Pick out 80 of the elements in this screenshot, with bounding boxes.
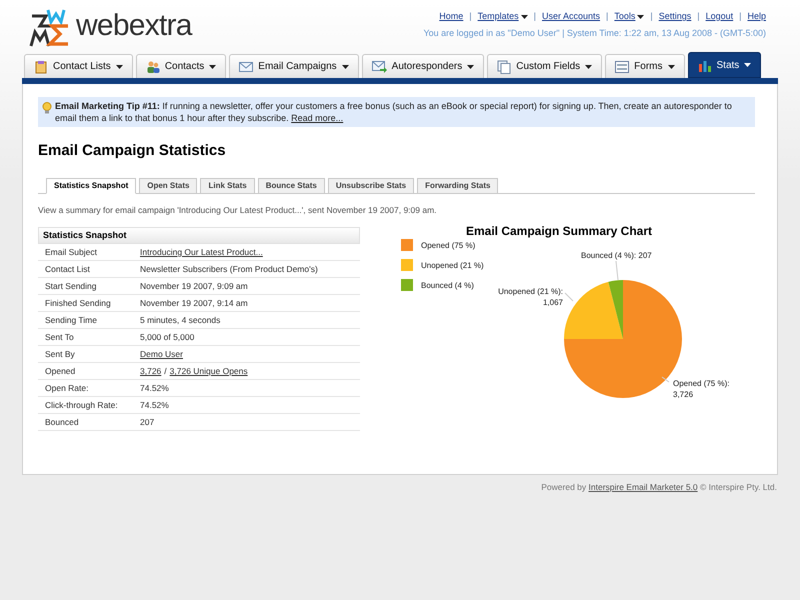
- value-link[interactable]: 3,726 Unique Opens: [170, 364, 248, 378]
- caret-icon: [116, 64, 123, 68]
- report-tab[interactable]: Unsubscribe Stats: [328, 178, 414, 192]
- envelope-icon: [239, 60, 254, 72]
- table-header: Statistics Snapshot: [38, 227, 360, 244]
- caret-icon: [668, 64, 675, 68]
- link-separator: |: [534, 10, 536, 23]
- value-link[interactable]: 3,726: [140, 364, 162, 378]
- slice-label: Opened (75 %): 3,726: [673, 379, 730, 400]
- report-tab[interactable]: Forwarding Stats: [417, 178, 498, 192]
- row-label: Click-through Rate:: [44, 398, 119, 412]
- row-value: 5 minutes, 4 seconds: [140, 314, 220, 327]
- caret-icon: [585, 64, 592, 68]
- bar-chart-icon: [698, 58, 712, 72]
- report-tab[interactable]: Link Stats: [200, 178, 255, 192]
- logo-text: webextra: [76, 11, 192, 41]
- row-value: 5,000 of 5,000: [140, 330, 194, 344]
- header-link[interactable]: Logout: [706, 10, 734, 24]
- description: View a summary for email campaign 'Introducing Our Latest Product...', sent November 19 2007, 9:09 am.: [38, 204, 438, 216]
- row-label: Sent To: [44, 330, 75, 344]
- footer-link[interactable]: Interspire Email Marketer 5.0: [588, 482, 698, 492]
- caret-icon: [744, 63, 752, 67]
- legend-label: Opened (75 %): [421, 241, 476, 250]
- value-link[interactable]: Demo User: [140, 348, 183, 361]
- link-separator: |: [606, 10, 608, 23]
- link-separator: |: [650, 10, 653, 23]
- form-icon: [615, 60, 630, 72]
- legend-label: Unopened (21 %): [421, 261, 484, 270]
- people-icon: [146, 60, 160, 74]
- row-value: 74.52%: [140, 382, 169, 395]
- legend-label: Bounced (4 %): [421, 281, 474, 290]
- row-label: Start Sending: [44, 280, 98, 293]
- nav-tab[interactable]: Contacts: [136, 54, 226, 78]
- header-link[interactable]: Settings: [658, 10, 692, 24]
- slice-label: Unopened (21 %): 1,067: [498, 287, 563, 308]
- caret-icon: [209, 64, 216, 68]
- nav-tab[interactable]: Email Campaigns: [229, 54, 359, 78]
- report-tab[interactable]: Open Stats: [139, 178, 198, 192]
- row-label: Sent By: [44, 348, 76, 361]
- header-link[interactable]: Help: [747, 10, 766, 24]
- row-label: Contact List: [44, 262, 91, 276]
- documents-icon: [497, 60, 512, 74]
- page-heading: Email Campaign Statistics: [38, 141, 227, 161]
- nav-tab[interactable]: Custom Fields: [487, 54, 602, 78]
- read-more-link[interactable]: Read more...: [291, 113, 344, 123]
- row-label: Opened: [44, 364, 76, 378]
- header-link[interactable]: User Accounts: [542, 10, 600, 24]
- nav-tab[interactable]: Contact Lists: [24, 54, 133, 78]
- header-link[interactable]: Templates: [478, 10, 528, 24]
- header-link[interactable]: Tools: [614, 10, 644, 24]
- report-tab[interactable]: Statistics Snapshot: [46, 178, 136, 194]
- report-tab[interactable]: Bounce Stats: [258, 178, 325, 192]
- link-separator: |: [697, 10, 700, 23]
- row-value: 74.52%: [140, 398, 169, 412]
- nav-tab[interactable]: Forms: [605, 54, 685, 78]
- slice-label: Bounced (4 %): 207: [581, 251, 652, 260]
- login-info: You are logged in as "Demo User" | System Time: 1:22 am, 13 Aug 2008 - (GMT-5:00): [423, 26, 766, 40]
- row-label: Open Rate:: [44, 382, 90, 395]
- row-value: 207: [140, 416, 154, 429]
- tip-text: Email Marketing Tip #11: If running a newsletter, offer your customers a free bonus (such as an eBook or special report) for signing up. Then, create an autoresponder to email them a link to that bonus 1 hour after they subscribe. Read more...: [55, 100, 733, 124]
- chart-title: Email Campaign Summary Chart: [466, 224, 652, 238]
- nav-tab[interactable]: Autoresponders: [362, 54, 484, 78]
- link-separator: |: [739, 10, 742, 23]
- row-label: Email Subject: [44, 246, 98, 259]
- caret-icon: [467, 64, 474, 68]
- row-value: /: [164, 364, 167, 378]
- row-label: Finished Sending: [44, 296, 112, 310]
- clipboard-icon: [34, 60, 48, 74]
- value-link[interactable]: Introducing Our Latest Product...: [140, 246, 263, 259]
- row-label: Sending Time: [44, 314, 98, 327]
- lightbulb-icon: [42, 102, 52, 114]
- row-value: November 19 2007, 9:14 am: [140, 296, 248, 310]
- row-value: November 19 2007, 9:09 am: [140, 280, 248, 293]
- footer-text: Powered by Interspire Email Marketer 5.0 © Interspire Pty. Ltd.: [540, 481, 778, 494]
- link-separator: |: [469, 10, 472, 23]
- row-label: Bounced: [44, 416, 80, 429]
- nav-tab[interactable]: Stats: [688, 52, 762, 78]
- caret-icon: [342, 64, 349, 68]
- header-link[interactable]: Home: [439, 10, 464, 24]
- row-value: Newsletter Subscribers (From Product Demo's): [140, 262, 318, 276]
